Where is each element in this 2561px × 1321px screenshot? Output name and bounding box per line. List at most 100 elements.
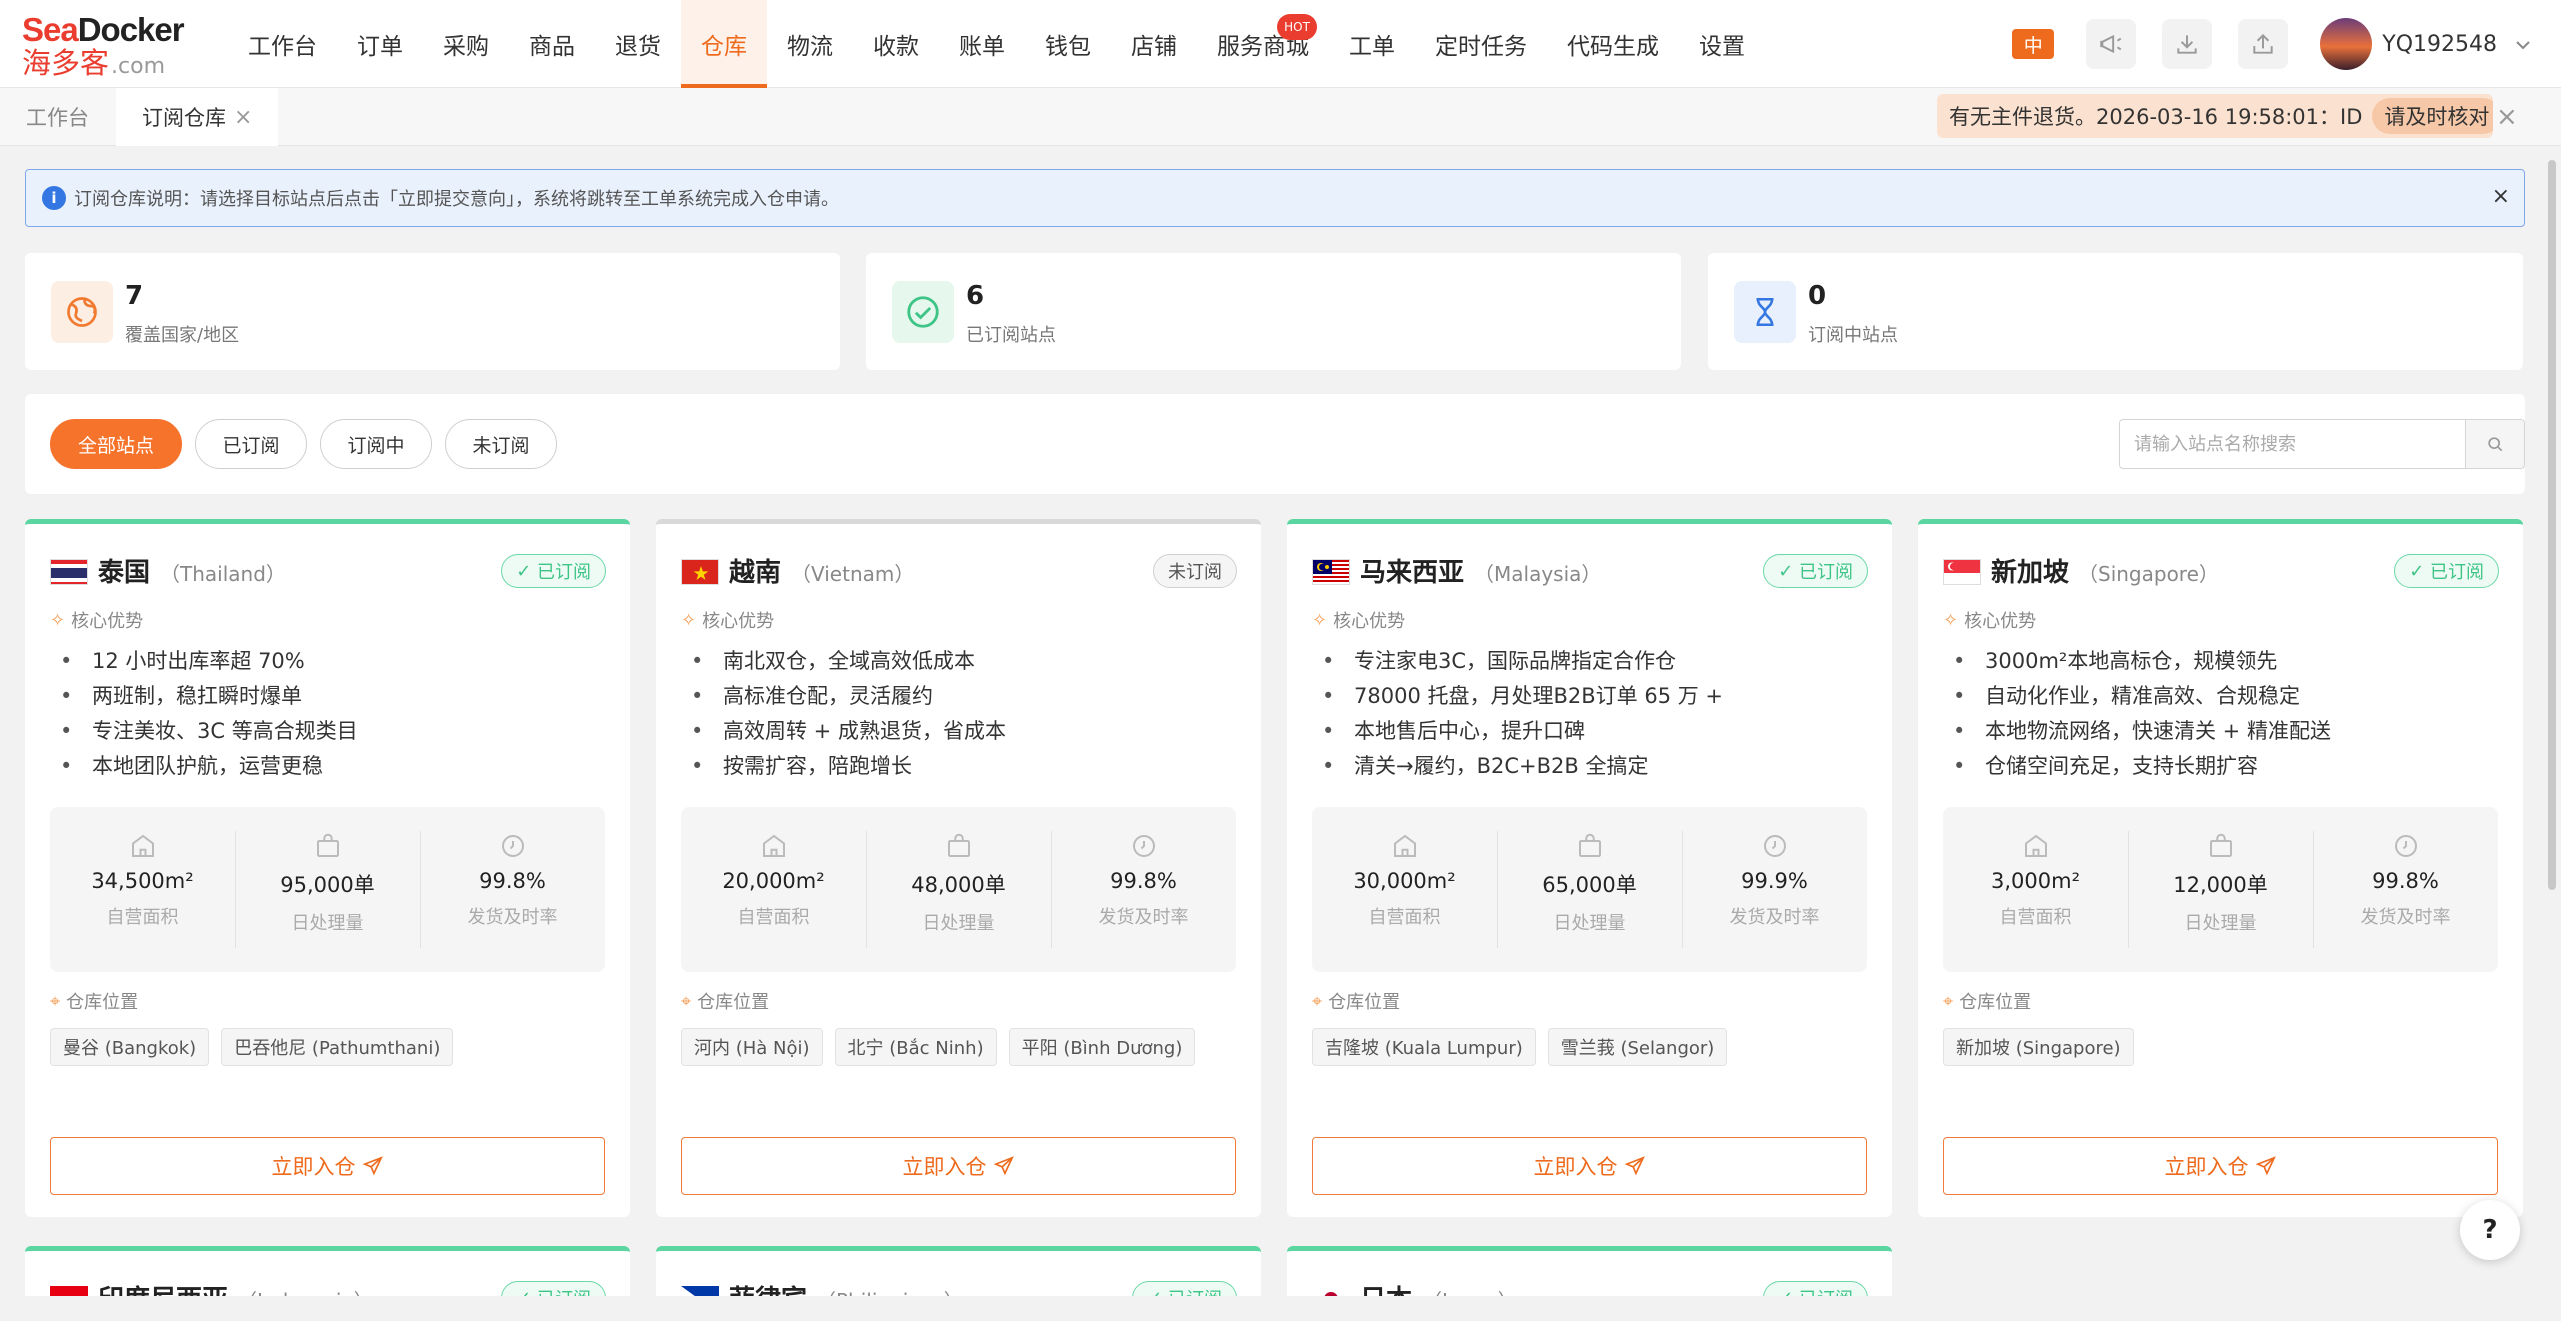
site-name: 越南 xyxy=(729,558,782,588)
metric-area: 30,000m² xyxy=(1353,869,1456,893)
site-search-input[interactable] xyxy=(2119,419,2491,469)
nav-item-orders[interactable]: 订单 xyxy=(337,0,423,88)
nav-item-settings[interactable]: 设置 xyxy=(1679,0,1765,88)
advantages-list: 12 小时出库率超 70% 两班制，稳扛瞬时爆单 专注美妆、3C 等高合规类目 … xyxy=(50,644,358,784)
search-icon[interactable] xyxy=(2465,419,2525,469)
filter-subscribing[interactable]: 订阅中 xyxy=(320,419,432,469)
tab-subscribe-warehouse[interactable]: 订阅仓库 × xyxy=(116,88,279,146)
notice-action[interactable]: 请及时核对 xyxy=(2372,98,2493,134)
filter-unsubscribed[interactable]: 未订阅 xyxy=(445,419,557,469)
location-tags: 吉隆坡 (Kuala Lumpur) 雪兰莪 (Selangor) xyxy=(1312,1028,1728,1066)
list-item: 清关→履约，B2C+B2B 全搞定 xyxy=(1312,749,1723,784)
status-badge: ✓ 已订阅 xyxy=(1132,1281,1237,1296)
warehouse-icon xyxy=(1393,834,1416,857)
advantages-list: 南北双仓，全域高效低成本 高标准仓配，灵活履约 高效周转 + 成熟退货，省成本 … xyxy=(681,644,1006,784)
nav-item-returns[interactable]: 退货 xyxy=(595,0,681,88)
close-notice-icon[interactable]: × xyxy=(2496,102,2518,132)
export-icon[interactable] xyxy=(2238,19,2289,69)
list-item: 高效周转 + 成熟退货，省成本 xyxy=(681,714,1006,749)
nav-item-dashboard[interactable]: 工作台 xyxy=(228,0,337,88)
nav-item-code-gen[interactable]: 代码生成 xyxy=(1547,0,1679,88)
status-badge: ✓ 已订阅 xyxy=(501,1281,606,1296)
site-name-en: （Philippines） xyxy=(816,1285,964,1296)
nav-item-payments[interactable]: 收款 xyxy=(853,0,939,88)
nav-item-tickets[interactable]: 工单 xyxy=(1329,0,1415,88)
close-alert-icon[interactable]: × xyxy=(2492,184,2510,209)
help-button[interactable]: ? xyxy=(2460,1200,2520,1260)
bag-icon xyxy=(316,833,339,857)
nav-item-purchase[interactable]: 采购 xyxy=(423,0,509,88)
nav-item-logistics[interactable]: 物流 xyxy=(767,0,853,88)
advantages-title: 核心优势 xyxy=(1964,611,2037,632)
clock-icon xyxy=(501,835,524,857)
site-card-philippines: 菲律宾 （Philippines） ✓ 已订阅 xyxy=(656,1246,1261,1296)
chevron-down-icon[interactable] xyxy=(2515,35,2531,54)
metrics-panel: 3,000m² 自营面积 12,000单 日处理量 99.8% 发货及时率 xyxy=(1943,807,2498,972)
location-tag: 曼谷 (Bangkok) xyxy=(50,1028,210,1066)
list-item: 专注美妆、3C 等高合规类目 xyxy=(50,714,358,749)
enter-warehouse-button[interactable]: 立即入仓 xyxy=(50,1137,605,1195)
site-name-en: （Malaysia） xyxy=(1474,562,1602,586)
location-tag: 北宁 (Bắc Ninh) xyxy=(834,1028,997,1066)
advantages-list: 专注家电3C，国际品牌指定合作仓 78000 托盘，月处理B2B订单 65 万 … xyxy=(1312,644,1723,784)
thailand-flag-icon xyxy=(50,559,88,585)
tab-dashboard[interactable]: 工作台 xyxy=(0,88,115,146)
enter-warehouse-button[interactable]: 立即入仓 xyxy=(1312,1137,1867,1195)
stat-label: 已订阅站点 xyxy=(966,325,1056,346)
location-tag: 雪兰莪 (Selangor) xyxy=(1547,1028,1728,1066)
japan-flag-icon xyxy=(1312,1286,1350,1296)
language-switch[interactable]: 中 xyxy=(2012,29,2055,59)
metric-daily: 95,000单 xyxy=(280,873,375,897)
site-name-en: （Vietnam） xyxy=(791,562,915,586)
page-scrollbar[interactable] xyxy=(2548,160,2556,890)
download-icon[interactable] xyxy=(2162,19,2213,69)
metric-ontime: 99.8% xyxy=(2372,869,2439,893)
site-name: 日本 xyxy=(1360,1279,1412,1296)
filter-subscribed[interactable]: 已订阅 xyxy=(195,419,307,469)
metrics-panel: 30,000m² 自营面积 65,000单 日处理量 99.9% 发货及时率 xyxy=(1312,807,1867,972)
enter-warehouse-button[interactable]: 立即入仓 xyxy=(1943,1137,2498,1195)
metric-daily: 48,000单 xyxy=(911,873,1006,897)
top-navigation-bar: SeaDocker 海多客.com 工作台 订单 采购 商品 退货 仓库 物流 … xyxy=(0,0,2561,88)
warehouse-icon xyxy=(2024,834,2047,857)
nav-item-warehouse[interactable]: 仓库 xyxy=(681,0,767,88)
site-name: 印度尼西亚 xyxy=(98,1279,228,1296)
check-circle-icon xyxy=(892,281,954,343)
nav-item-products[interactable]: 商品 xyxy=(509,0,595,88)
announcement-icon[interactable] xyxy=(2086,19,2137,69)
list-item: 仓储空间充足，支持长期扩容 xyxy=(1943,749,2331,784)
seadocker-logo[interactable]: SeaDocker 海多客.com xyxy=(22,12,202,80)
nav-item-bills[interactable]: 账单 xyxy=(939,0,1025,88)
enter-warehouse-button[interactable]: 立即入仓 xyxy=(681,1137,1236,1195)
metrics-panel: 20,000m² 自营面积 48,000单 日处理量 99.8% 发货及时率 xyxy=(681,807,1236,972)
philippines-flag-icon xyxy=(681,1286,719,1296)
site-name-en: （Indonesia） xyxy=(237,1285,374,1296)
username[interactable]: YQ192548 xyxy=(2382,32,2497,57)
filter-bar: 全部站点 已订阅 订阅中 未订阅 xyxy=(25,394,2525,494)
location-tags: 曼谷 (Bangkok) 巴吞他尼 (Pathumthani) xyxy=(50,1028,454,1066)
nav-item-stores[interactable]: 店铺 xyxy=(1111,0,1197,88)
nav-item-service-mall[interactable]: 服务商城 HOT xyxy=(1197,0,1329,88)
send-icon xyxy=(2255,1156,2276,1176)
clock-icon xyxy=(2394,835,2417,857)
metric-ontime: 99.9% xyxy=(1741,869,1808,893)
nav-item-scheduled-tasks[interactable]: 定时任务 xyxy=(1415,0,1547,88)
location-pin-icon: ⌖ xyxy=(50,990,61,1012)
clock-icon xyxy=(1763,835,1786,857)
list-item: 高标准仓配，灵活履约 xyxy=(681,679,1006,714)
magic-wand-icon: ✧ xyxy=(1312,609,1328,631)
location-tag: 吉隆坡 (Kuala Lumpur) xyxy=(1312,1028,1536,1066)
filter-all-sites[interactable]: 全部站点 xyxy=(50,419,182,469)
stat-value: 6 xyxy=(966,281,985,311)
close-tab-icon[interactable]: × xyxy=(234,105,252,130)
site-card-malaysia: 马来西亚 （Malaysia） ✓ 已订阅 ✧核心优势 专注家电3C，国际品牌指… xyxy=(1287,519,1892,1217)
user-avatar[interactable] xyxy=(2320,18,2373,70)
notice-banner[interactable]: 有无主件退货。2026-03-16 19:58:01：ID 请及时核对 xyxy=(1937,94,2493,138)
nav-item-wallet[interactable]: 钱包 xyxy=(1025,0,1111,88)
bag-icon xyxy=(1578,833,1601,857)
warehouse-icon xyxy=(131,834,154,857)
location-title: 仓库位置 xyxy=(1328,992,1401,1013)
send-icon xyxy=(362,1156,383,1176)
location-tag: 巴吞他尼 (Pathumthani) xyxy=(221,1028,454,1066)
advantages-title: 核心优势 xyxy=(702,611,775,632)
